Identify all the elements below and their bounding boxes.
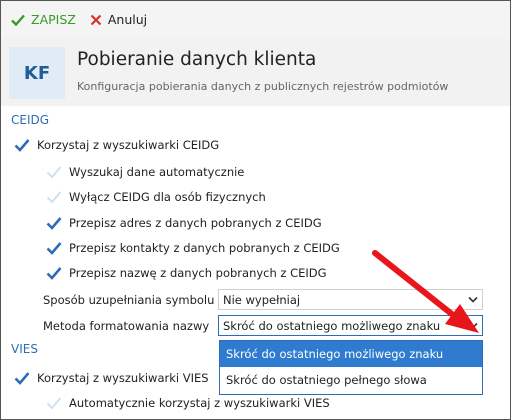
- ceidg-option-row: Przepisz kontakty z danych pobranych z C…: [45, 238, 340, 258]
- checkmark-icon: [46, 191, 61, 204]
- toolbar: ZAPISZ Anuluj: [1, 1, 510, 38]
- checkmark-icon: [46, 397, 61, 410]
- checkmark-icon: [14, 372, 29, 385]
- ceidg-option-label: Przepisz nazwę z danych pobranych z CEID…: [69, 266, 327, 280]
- save-button[interactable]: ZAPISZ: [11, 12, 76, 27]
- page-subtitle: Konfiguracja pobierania danych z publicz…: [77, 80, 449, 93]
- ceidg-option-label: Przepisz kontakty z danych pobranych z C…: [69, 241, 340, 255]
- checkmark-icon: [46, 267, 61, 280]
- ceidg-option-row: Wyłącz CEIDG dla osób fizycznych: [45, 187, 266, 207]
- checkmark-icon: [46, 166, 61, 179]
- ceidg-use-search-checkbox[interactable]: [13, 137, 30, 154]
- ceidg-copy-contacts-checkbox[interactable]: [45, 240, 62, 257]
- close-icon: [90, 14, 102, 25]
- vies-auto-use-checkbox[interactable]: [45, 395, 62, 412]
- ceidg-option-label: Wyszukaj dane automatycznie: [69, 165, 245, 179]
- checkmark-icon: [46, 217, 61, 230]
- dialog-window: ZAPISZ Anuluj KF Pobieranie danych klien…: [0, 0, 511, 420]
- ceidg-option-label: Przepisz adres z danych pobranych z CEID…: [69, 216, 322, 230]
- symbol-fill-label: Sposób uzupełniania symbolu: [43, 293, 215, 307]
- ceidg-option-label: Wyłącz CEIDG dla osób fizycznych: [69, 190, 266, 204]
- name-format-select[interactable]: Skróć do ostatniego możliwego znaku: [218, 315, 483, 336]
- page-header: KF Pobieranie danych klienta Konfiguracj…: [1, 38, 510, 106]
- name-format-dropdown-list: Skróć do ostatniego możliwego znaku Skró…: [219, 340, 483, 395]
- app-logo-tile: KF: [9, 47, 65, 99]
- vies-use-search-label: Korzystaj z wyszukiwarki VIES: [37, 371, 209, 385]
- symbol-fill-select[interactable]: Nie wypełniaj: [218, 289, 483, 310]
- checkmark-icon: [46, 242, 61, 255]
- section-label-ceidg: CEIDG: [11, 113, 50, 127]
- section-label-vies: VIES: [11, 342, 38, 356]
- ceidg-use-search-row: Korzystaj z wyszukiwarki CEIDG: [13, 135, 219, 155]
- checkmark-icon: [14, 139, 29, 152]
- vies-auto-use-label: Automatycznie korzystaj z wyszukiwarki V…: [69, 396, 330, 410]
- symbol-fill-value: Nie wypełniaj: [223, 292, 301, 307]
- ceidg-copy-name-checkbox[interactable]: [45, 265, 62, 282]
- cancel-button[interactable]: Anuluj: [90, 12, 147, 27]
- dropdown-option[interactable]: Skróć do ostatniego pełnego słowa: [220, 367, 482, 393]
- page-title: Pobieranie danych klienta: [77, 49, 317, 70]
- ceidg-use-search-label: Korzystaj z wyszukiwarki CEIDG: [37, 138, 220, 152]
- vies-auto-use-row: Automatycznie korzystaj z wyszukiwarki V…: [45, 393, 330, 413]
- chevron-down-icon[interactable]: [464, 296, 482, 303]
- vies-use-search-checkbox[interactable]: [13, 370, 30, 387]
- cancel-button-label: Anuluj: [107, 12, 148, 27]
- ceidg-copy-address-checkbox[interactable]: [45, 215, 62, 232]
- name-format-label: Metoda formatowania nazwy: [43, 319, 210, 333]
- chevron-down-icon[interactable]: [464, 322, 482, 329]
- name-format-value: Skróć do ostatniego możliwego znaku: [223, 318, 441, 333]
- dropdown-option[interactable]: Skróć do ostatniego możliwego znaku: [220, 341, 482, 367]
- ceidg-option-row: Przepisz adres z danych pobranych z CEID…: [45, 213, 322, 233]
- ceidg-option-row: Wyszukaj dane automatycznie: [45, 162, 244, 182]
- ceidg-auto-search-checkbox[interactable]: [45, 164, 62, 181]
- vies-use-search-row: Korzystaj z wyszukiwarki VIES: [13, 368, 209, 388]
- checkmark-icon: [11, 14, 25, 26]
- save-button-label: ZAPISZ: [31, 12, 76, 27]
- ceidg-disable-natural-persons-checkbox[interactable]: [45, 189, 62, 206]
- ceidg-option-row: Przepisz nazwę z danych pobranych z CEID…: [45, 263, 327, 283]
